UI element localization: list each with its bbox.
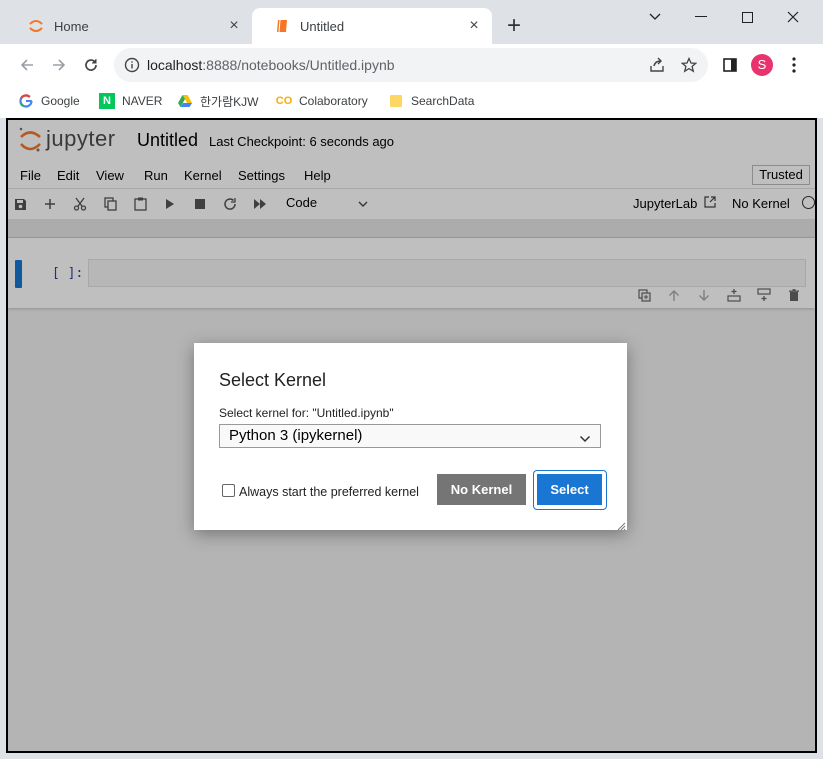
notebook-icon [274, 18, 290, 34]
back-icon[interactable] [16, 54, 38, 76]
jupyter-page: jupyter Untitled Last Checkpoint: 6 seco… [8, 120, 815, 751]
bookmark-searchdata[interactable]: SearchData [388, 91, 474, 111]
new-tab-icon[interactable]: + [504, 14, 524, 38]
url-text: localhost:8888/notebooks/Untitled.ipynb [147, 57, 395, 73]
google-icon [18, 93, 34, 109]
folder-icon [388, 93, 404, 109]
browser-window: Home × Untitled × + localhost:8888/noteb… [0, 0, 823, 759]
bookmark-label: Google [41, 94, 80, 108]
address-bar[interactable]: localhost:8888/notebooks/Untitled.ipynb [114, 48, 708, 82]
preferred-kernel-checkbox[interactable] [222, 484, 235, 497]
tab-title: Untitled [300, 18, 345, 34]
bookmark-label: Colaboratory [299, 94, 368, 108]
kernel-select[interactable]: Python 3 (ipykernel) [219, 424, 601, 448]
no-kernel-button[interactable]: No Kernel [437, 474, 526, 505]
jupyter-icon [28, 18, 44, 34]
resize-grip-icon[interactable] [616, 519, 626, 531]
side-panel-icon[interactable] [720, 55, 740, 75]
bookmark-label: NAVER [122, 94, 163, 108]
page-viewport: jupyter Untitled Last Checkpoint: 6 seco… [6, 118, 817, 753]
tab-strip: Home × Untitled × + [0, 0, 823, 44]
browser-toolbar: localhost:8888/notebooks/Untitled.ipynb … [0, 44, 823, 86]
info-icon[interactable] [124, 57, 140, 73]
tab-title: Home [54, 18, 89, 34]
kernel-select-value: Python 3 (ipykernel) [229, 427, 363, 444]
tab-search-chevron-icon[interactable] [632, 6, 678, 28]
kebab-menu-icon[interactable] [784, 55, 804, 75]
select-button-focus-ring: Select [533, 470, 607, 510]
close-window-icon[interactable] [770, 6, 816, 28]
close-icon[interactable]: × [226, 18, 242, 34]
chevron-down-icon [579, 431, 591, 443]
minimize-icon[interactable] [678, 6, 724, 28]
google-drive-icon [177, 93, 193, 109]
reload-icon[interactable] [80, 54, 102, 76]
dialog-kernel-label: Select kernel for: "Untitled.ipynb" [219, 406, 394, 420]
bookmark-star-icon[interactable] [680, 56, 698, 74]
select-kernel-dialog: Select Kernel Select kernel for: "Untitl… [194, 343, 627, 531]
preferred-kernel-label[interactable]: Always start the preferred kernel [239, 485, 419, 499]
tab-home[interactable]: Home × [6, 8, 252, 44]
bookmark-label: SearchData [411, 94, 475, 108]
bookmark-label: 한가람KJW [200, 94, 259, 109]
dialog-title: Select Kernel [219, 370, 327, 390]
bookmarks-bar: Google N NAVER 한가람KJW CO Colaboratory Se… [0, 86, 823, 118]
maximize-icon[interactable] [724, 6, 770, 28]
url-host: localhost [147, 57, 203, 73]
avatar[interactable]: S [751, 54, 773, 76]
url-path: :8888/notebooks/Untitled.ipynb [202, 57, 395, 73]
naver-icon: N [99, 93, 115, 109]
forward-icon[interactable] [48, 54, 70, 76]
tab-untitled[interactable]: Untitled × [252, 8, 492, 44]
bookmark-hangaram[interactable]: 한가람KJW [177, 91, 258, 111]
share-icon[interactable] [648, 56, 666, 74]
bookmark-naver[interactable]: N NAVER [99, 91, 162, 111]
select-button[interactable]: Select [537, 474, 602, 505]
colab-icon: CO [275, 95, 293, 107]
bookmark-google[interactable]: Google [18, 91, 80, 111]
bookmark-colaboratory[interactable]: CO Colaboratory [276, 91, 368, 111]
close-icon[interactable]: × [466, 18, 482, 34]
